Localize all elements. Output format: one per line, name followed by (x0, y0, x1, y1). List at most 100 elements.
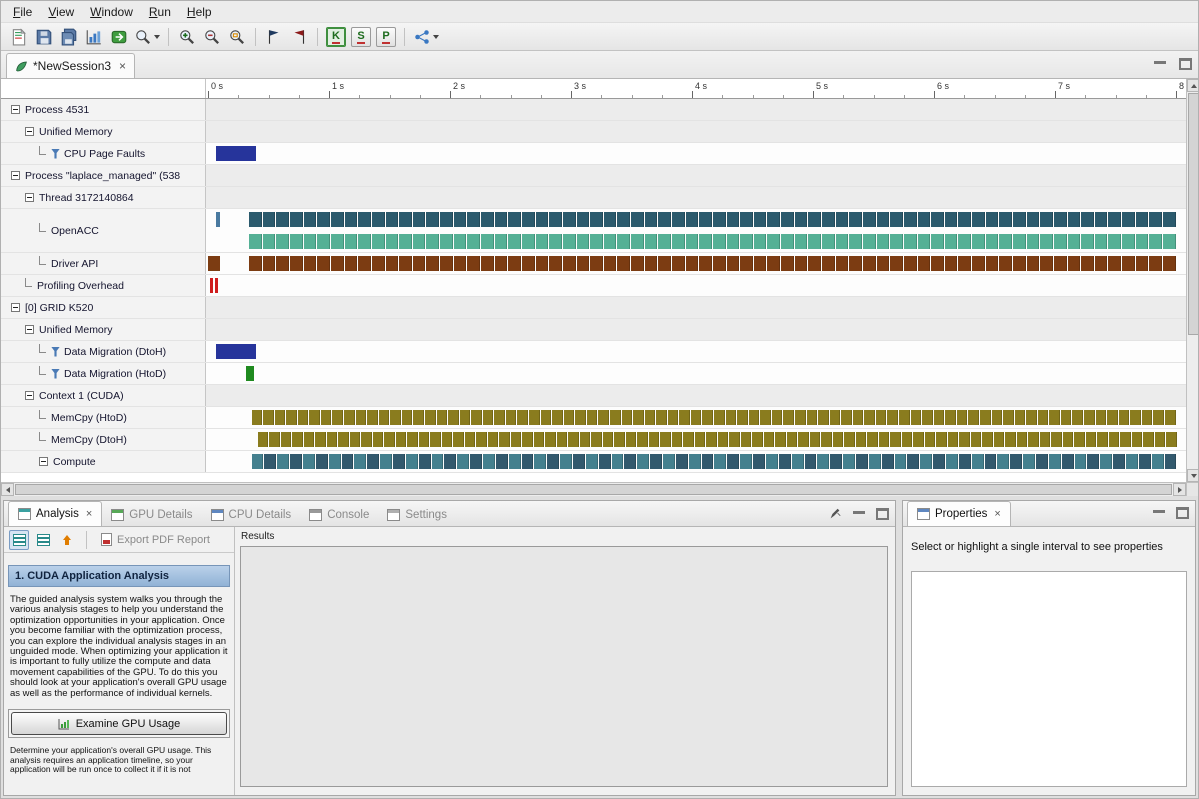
timeline-interval[interactable] (890, 234, 903, 249)
timeline-interval[interactable] (573, 454, 585, 469)
timeline-interval[interactable] (822, 234, 835, 249)
interval-series[interactable] (249, 256, 1176, 271)
timeline-interval[interactable] (587, 410, 598, 425)
prev-marker-icon[interactable] (287, 25, 311, 49)
timeline-interval[interactable] (904, 212, 917, 227)
timeline-interval[interactable] (545, 432, 556, 447)
timeline-interval[interactable] (1054, 212, 1067, 227)
timeline-interval[interactable] (1109, 432, 1120, 447)
collapse-toggle-icon[interactable] (25, 127, 34, 136)
collapse-toggle-icon[interactable] (11, 171, 20, 180)
timeline-interval[interactable] (430, 432, 441, 447)
timeline-interval[interactable] (1142, 410, 1153, 425)
timeline-interval[interactable] (263, 234, 276, 249)
timeline-interval[interactable] (933, 454, 945, 469)
timeline-interval[interactable] (304, 212, 317, 227)
timeline-interval[interactable] (309, 410, 320, 425)
timeline-interval[interactable] (367, 454, 379, 469)
timeline-interval[interactable] (931, 212, 944, 227)
timeline-interval[interactable] (604, 256, 617, 271)
timeline-row-0-grid-k520[interactable]: [0] GRID K520 (1, 297, 1186, 319)
timeline-interval[interactable] (413, 234, 426, 249)
timeline-interval[interactable] (807, 410, 818, 425)
timeline-interval[interactable] (713, 234, 726, 249)
timeline-interval[interactable] (931, 256, 944, 271)
timeline-interval[interactable] (727, 234, 740, 249)
timeline-interval[interactable] (331, 212, 344, 227)
collapse-toggle-icon[interactable] (25, 325, 34, 334)
timeline-interval[interactable] (599, 454, 611, 469)
timeline-interval[interactable] (972, 234, 985, 249)
timeline-interval[interactable] (913, 432, 924, 447)
timeline-interval[interactable] (1165, 410, 1176, 425)
timeline-interval[interactable] (536, 212, 549, 227)
timeline-interval[interactable] (1163, 256, 1176, 271)
timeline-interval[interactable] (358, 212, 371, 227)
timeline-interval[interactable] (986, 234, 999, 249)
timeline-interval[interactable] (959, 454, 971, 469)
timeline-interval[interactable] (481, 234, 494, 249)
timeline-interval[interactable] (686, 212, 699, 227)
tab-cpu-details[interactable]: CPU Details (202, 504, 301, 526)
timeline-interval[interactable] (1155, 432, 1166, 447)
tab-properties[interactable]: Properties × (907, 501, 1011, 526)
timeline-interval[interactable] (276, 256, 289, 271)
timeline-interval[interactable] (380, 454, 392, 469)
timeline-interval[interactable] (844, 432, 855, 447)
timeline-interval[interactable] (985, 454, 997, 469)
timeline-interval[interactable] (918, 256, 931, 271)
timeline-interval[interactable] (645, 212, 658, 227)
timeline-interval[interactable] (1095, 212, 1108, 227)
timeline-interval[interactable] (465, 432, 476, 447)
timeline-interval[interactable] (740, 212, 753, 227)
timeline-interval[interactable] (413, 212, 426, 227)
timeline-interval[interactable] (787, 432, 798, 447)
timeline-interval[interactable] (1122, 212, 1135, 227)
timeline-interval[interactable] (904, 234, 917, 249)
zoom-out-icon[interactable] (200, 25, 224, 49)
timeline-interval[interactable] (1061, 410, 1072, 425)
timeline-interval[interactable] (749, 410, 760, 425)
timeline-interval[interactable] (795, 256, 808, 271)
scroll-down-icon[interactable] (1187, 469, 1199, 482)
timeline-interval[interactable] (781, 234, 794, 249)
timeline-interval[interactable] (849, 212, 862, 227)
timeline-interval[interactable] (672, 212, 685, 227)
timeline-interval[interactable] (702, 410, 713, 425)
timeline-interval[interactable] (899, 410, 910, 425)
timeline-interval[interactable] (713, 212, 726, 227)
menu-window[interactable]: Window (82, 3, 141, 21)
timeline-interval[interactable] (413, 256, 426, 271)
timeline-interval[interactable] (276, 234, 289, 249)
timeline-interval[interactable] (1068, 256, 1081, 271)
timeline-interval[interactable] (637, 454, 649, 469)
timeline-interval[interactable] (549, 256, 562, 271)
timeline-interval[interactable] (660, 432, 671, 447)
timeline-interval[interactable] (1013, 212, 1026, 227)
timeline-interval[interactable] (1081, 212, 1094, 227)
timeline-interval[interactable] (1143, 432, 1154, 447)
timeline-interval[interactable] (699, 256, 712, 271)
timeline-interval[interactable] (1136, 234, 1149, 249)
tab-analysis[interactable]: Analysis × (8, 501, 102, 526)
timeline-interval[interactable] (612, 454, 624, 469)
timeline-interval[interactable] (1003, 410, 1014, 425)
timeline-interval[interactable] (1108, 234, 1121, 249)
timeline-interval[interactable] (876, 410, 887, 425)
timeline-interval[interactable] (575, 410, 586, 425)
timeline-interval[interactable] (1027, 212, 1040, 227)
timeline-interval[interactable] (316, 454, 328, 469)
timeline-interval[interactable] (686, 256, 699, 271)
timeline-interval[interactable] (808, 256, 821, 271)
timeline-interval[interactable] (440, 234, 453, 249)
timeline-interval[interactable] (1013, 234, 1026, 249)
timeline-interval[interactable] (342, 454, 354, 469)
timeline-interval[interactable] (1054, 256, 1067, 271)
timeline-interval[interactable] (440, 212, 453, 227)
timeline-interval[interactable] (476, 432, 487, 447)
timeline-interval[interactable] (586, 454, 598, 469)
timeline-interval[interactable] (384, 432, 395, 447)
timeline-interval[interactable] (1040, 432, 1051, 447)
timeline-interval[interactable] (1100, 454, 1112, 469)
timeline-interval[interactable] (877, 234, 890, 249)
